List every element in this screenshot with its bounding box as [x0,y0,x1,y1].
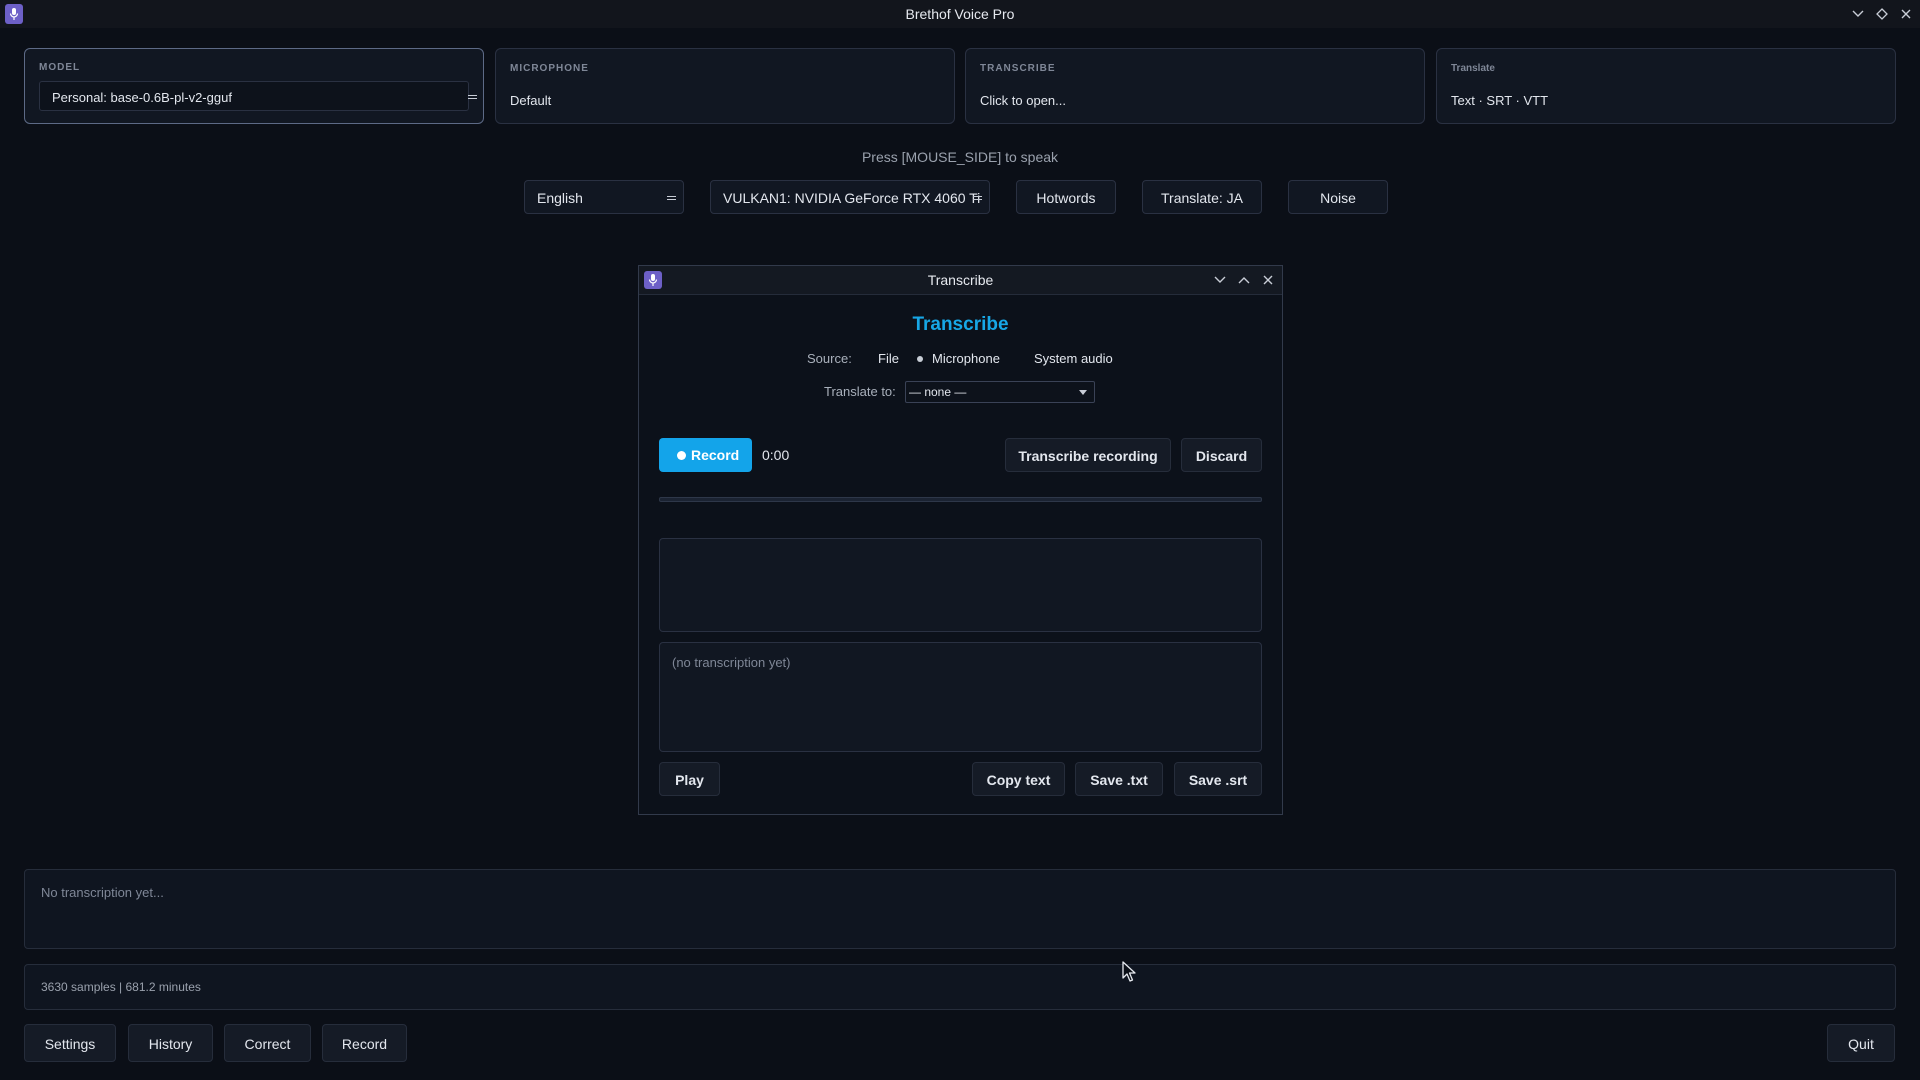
discard-button[interactable]: Discard [1181,438,1262,472]
translate-card-value: Text · SRT · VTT [1451,93,1549,108]
dropdown-icon [468,95,477,99]
chevron-down-icon[interactable] [1211,271,1229,289]
settings-button[interactable]: Settings [24,1024,116,1062]
transcribe-recording-label: Transcribe recording [1018,448,1158,464]
dialog-title-bar[interactable]: Transcribe [639,266,1282,295]
save-srt-button[interactable]: Save .srt [1174,762,1262,796]
source-option-file[interactable]: File [878,351,899,366]
progress-bar [659,497,1262,502]
transcribe-dialog: Transcribe Transcribe Source: File Micro… [638,265,1283,815]
save-txt-button[interactable]: Save .txt [1075,762,1163,796]
microphone-card-value: Default [510,93,552,108]
correct-label: Correct [244,1036,291,1052]
record-button-label: Record [691,447,740,463]
maximize-icon[interactable] [1872,4,1892,24]
translate-ja-label: Translate: JA [1161,190,1243,206]
close-icon[interactable] [1259,271,1277,289]
save-srt-label: Save .srt [1188,772,1248,788]
translate-to-value: — none — [909,385,967,399]
model-card-label: MODEL [39,62,81,73]
correct-button[interactable]: Correct [224,1024,311,1062]
copy-text-label: Copy text [986,772,1051,788]
play-button[interactable]: Play [659,762,720,796]
noise-label: Noise [1320,190,1356,206]
speak-hint: Press [MOUSE_SIDE] to speak [861,149,1059,165]
radio-selected-icon [917,356,923,362]
translate-card[interactable]: Translate Text · SRT · VTT [1436,48,1896,124]
quit-button[interactable]: Quit [1827,1024,1895,1062]
main-transcription-placeholder: No transcription yet... [41,885,164,900]
transcribe-card-label: TRANSCRIBE [980,63,1056,74]
title-bar: Brethof Voice Pro [0,0,1920,28]
hotwords-label: Hotwords [1036,190,1096,206]
record-footer-button[interactable]: Record [322,1024,407,1062]
model-card[interactable]: MODEL Personal: base-0.6B-pl-v2-gguf [24,48,484,124]
dropdown-icon [667,196,676,200]
history-button[interactable]: History [128,1024,213,1062]
source-option-system-audio[interactable]: System audio [1034,351,1113,366]
transcription-output-placeholder: (no transcription yet) [672,655,791,670]
device-select-value: VULKAN1: NVIDIA GeForce RTX 4060 Ti [723,190,981,206]
dropdown-caret-icon [1079,390,1087,395]
quit-label: Quit [1848,1036,1874,1052]
transcribe-card[interactable]: TRANSCRIBE Click to open... [965,48,1425,124]
noise-button[interactable]: Noise [1288,180,1388,214]
window-title: Brethof Voice Pro [905,6,1015,22]
dropdown-icon [973,196,982,200]
transcribe-card-value: Click to open... [980,93,1066,108]
translate-to-select[interactable]: — none — [905,381,1095,403]
translate-to-label: Translate to: [824,384,896,399]
chevron-up-icon[interactable] [1235,271,1253,289]
status-text: 3630 samples | 681.2 minutes [41,980,201,994]
source-label: Source: [807,351,852,366]
minimize-icon[interactable] [1848,4,1868,24]
dialog-title: Transcribe [927,272,994,288]
microphone-card-label: MICROPHONE [510,63,589,74]
record-dot-icon [677,451,686,460]
transcription-output[interactable]: (no transcription yet) [659,642,1262,752]
save-txt-label: Save .txt [1090,772,1148,788]
translate-ja-button[interactable]: Translate: JA [1142,180,1262,214]
record-button[interactable]: Record [659,438,752,472]
settings-label: Settings [44,1036,96,1052]
status-bar: 3630 samples | 681.2 minutes [24,964,1896,1010]
mouse-pointer-icon [1122,961,1138,988]
translate-card-label: Translate [1451,63,1495,74]
record-timer: 0:00 [762,447,790,463]
close-icon[interactable] [1896,4,1916,24]
source-option-microphone[interactable]: Microphone [932,351,1000,366]
dialog-heading: Transcribe [912,314,1009,335]
discard-label: Discard [1195,448,1248,464]
hotwords-button[interactable]: Hotwords [1016,180,1116,214]
waveform-area [659,538,1262,632]
history-label: History [148,1036,193,1052]
copy-text-button[interactable]: Copy text [972,762,1065,796]
play-label: Play [675,772,704,788]
model-select[interactable]: Personal: base-0.6B-pl-v2-gguf [39,81,477,111]
model-select-value: Personal: base-0.6B-pl-v2-gguf [52,90,232,105]
language-select-value: English [537,190,583,206]
main-transcription-area[interactable]: No transcription yet... [24,869,1896,949]
microphone-card[interactable]: MICROPHONE Default [495,48,955,124]
device-select[interactable]: VULKAN1: NVIDIA GeForce RTX 4060 Ti [710,180,990,214]
record-footer-label: Record [341,1036,388,1052]
transcribe-recording-button[interactable]: Transcribe recording [1005,438,1171,472]
language-select[interactable]: English [524,180,684,214]
